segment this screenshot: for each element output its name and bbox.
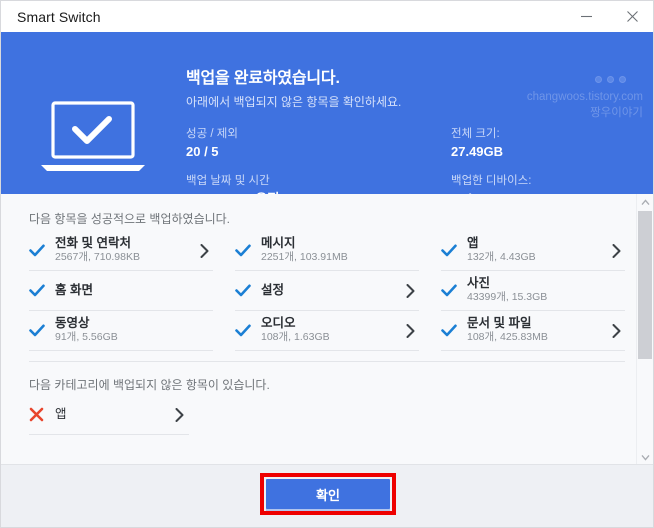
failed-note: 다음 카테고리에 백업되지 않은 항목이 있습니다. <box>29 376 654 393</box>
chevron-right-icon[interactable] <box>607 244 625 258</box>
hero-stats: 성공 / 제외 20 / 5 전체 크기: 27.49GB 백업 날짜 및 시간… <box>186 126 539 194</box>
chevron-right-icon[interactable] <box>401 284 419 298</box>
list-item-meta: 108개, 425.83MB <box>467 331 607 345</box>
stat-label: 백업 날짜 및 시간 <box>186 173 451 190</box>
list-item-title: 동영상 <box>55 316 195 332</box>
pager-dot[interactable] <box>595 76 602 83</box>
list-item[interactable]: 사진 43399개, 15.3GB <box>441 271 625 311</box>
list-item-title: 홈 화면 <box>55 283 195 299</box>
list-item-meta: 132개, 4.43GB <box>467 251 607 265</box>
success-note: 다음 항목을 성공적으로 백업하였습니다. <box>29 210 654 227</box>
list-item-title: 사진 <box>467 276 607 292</box>
window-title: Smart Switch <box>17 9 101 25</box>
list-item[interactable]: 오디오 108개, 1.63GB <box>235 311 419 351</box>
stat-success-excluded: 성공 / 제외 20 / 5 <box>186 126 451 161</box>
failed-item-grid: 앱 <box>1 395 219 435</box>
list-item-text: 오디오 108개, 1.63GB <box>261 316 401 345</box>
minimize-button[interactable] <box>563 1 609 32</box>
check-icon <box>235 284 261 297</box>
pager-dots <box>595 76 626 83</box>
pager-dot[interactable] <box>607 76 614 83</box>
titlebar: Smart Switch <box>1 1 654 32</box>
list-item[interactable]: 홈 화면 <box>29 271 213 311</box>
laptop-check-icon <box>39 99 147 177</box>
content-area: 다음 항목을 성공적으로 백업하였습니다. 전화 및 연락처 2567개, 71… <box>1 194 654 466</box>
hero-text-block: 백업을 완료하였습니다. 아래에서 백업되지 않은 항목을 확인하세요. 성공 … <box>186 64 539 194</box>
list-item[interactable]: 메시지 2251개, 103.91MB <box>235 231 419 271</box>
check-icon <box>235 324 261 337</box>
check-icon <box>29 244 55 257</box>
list-item-title: 앱 <box>467 236 607 252</box>
list-item-text: 앱 132개, 4.43GB <box>467 236 607 265</box>
list-item-text: 문서 및 파일 108개, 425.83MB <box>467 316 607 345</box>
watermark-url: changwoos.tistory.com <box>527 90 643 106</box>
list-item-title: 오디오 <box>261 316 401 332</box>
list-item-meta: 2567개, 710.98KB <box>55 251 195 265</box>
list-item-title: 메시지 <box>261 236 401 252</box>
list-item[interactable]: 전화 및 연락처 2567개, 710.98KB <box>29 231 213 271</box>
success-item-grid: 전화 및 연락처 2567개, 710.98KB 메시지 2251개, 103.… <box>1 231 654 351</box>
list-item-text: 앱 <box>55 407 171 423</box>
list-item-title: 전화 및 연락처 <box>55 236 195 252</box>
list-item-text: 사진 43399개, 15.3GB <box>467 276 607 305</box>
list-item-meta: 91개, 5.56GB <box>55 331 195 345</box>
vertical-scrollbar[interactable] <box>636 194 653 466</box>
hero-title: 백업을 완료하였습니다. <box>186 64 539 88</box>
stat-value: 27.49GB <box>451 143 539 161</box>
list-item[interactable]: 동영상 91개, 5.56GB <box>29 311 213 351</box>
confirm-button[interactable]: 확인 <box>266 479 390 509</box>
check-icon <box>235 244 261 257</box>
chevron-right-icon[interactable] <box>195 244 213 258</box>
list-item-meta: 2251개, 103.91MB <box>261 251 401 265</box>
list-item-text: 설정 <box>261 283 401 299</box>
list-item-meta: 43399개, 15.3GB <box>467 291 607 305</box>
list-item-title: 문서 및 파일 <box>467 316 607 332</box>
check-icon <box>29 284 55 297</box>
chevron-right-icon[interactable] <box>171 408 189 422</box>
list-item-text: 전화 및 연락처 2567개, 710.98KB <box>55 236 195 265</box>
check-icon <box>441 284 467 297</box>
list-item[interactable]: 앱 132개, 4.43GB <box>441 231 625 271</box>
chevron-right-icon[interactable] <box>401 324 419 338</box>
stat-label: 성공 / 제외 <box>186 126 451 143</box>
stat-backup-device: 백업한 디바이스: Galaxy A9 Pro <box>451 173 539 194</box>
smart-switch-window: Smart Switch changwoos.tistory.com <box>0 0 654 528</box>
check-icon <box>29 324 55 337</box>
list-item[interactable]: 문서 및 파일 108개, 425.83MB <box>441 311 625 351</box>
pager-dot[interactable] <box>619 76 626 83</box>
hero-banner: changwoos.tistory.com 짱우이야기 백업을 완료하였습니다.… <box>1 32 654 194</box>
scrollbar-thumb[interactable] <box>638 211 652 359</box>
watermark-name: 짱우이야기 <box>527 106 643 122</box>
stat-total-size: 전체 크기: 27.49GB <box>451 126 539 161</box>
list-item-meta: 108개, 1.63GB <box>261 331 401 345</box>
stat-value: 20 / 5 <box>186 143 451 161</box>
list-item[interactable]: 앱 <box>29 395 189 435</box>
list-item-text: 동영상 91개, 5.56GB <box>55 316 195 345</box>
scroll-up-icon[interactable] <box>637 194 653 211</box>
hero-subtitle: 아래에서 백업되지 않은 항목을 확인하세요. <box>186 93 539 110</box>
check-icon <box>441 244 467 257</box>
stat-label: 백업한 디바이스: <box>451 173 539 190</box>
footer-bar: 확인 <box>1 464 654 527</box>
chevron-right-icon[interactable] <box>607 324 625 338</box>
cross-icon <box>29 407 55 422</box>
stat-label: 전체 크기: <box>451 126 539 143</box>
window-controls <box>563 1 654 32</box>
check-icon <box>441 324 467 337</box>
list-item-title: 앱 <box>55 407 171 423</box>
stat-backup-datetime: 백업 날짜 및 시간 2021-09-11 오전 1:14:32 <box>186 173 451 194</box>
section-divider <box>29 361 625 362</box>
watermark: changwoos.tistory.com 짱우이야기 <box>527 90 643 121</box>
list-item-title: 설정 <box>261 283 401 299</box>
close-button[interactable] <box>609 1 654 32</box>
list-item-text: 메시지 2251개, 103.91MB <box>261 236 401 265</box>
list-item-text: 홈 화면 <box>55 283 195 299</box>
list-item[interactable]: 설정 <box>235 271 419 311</box>
